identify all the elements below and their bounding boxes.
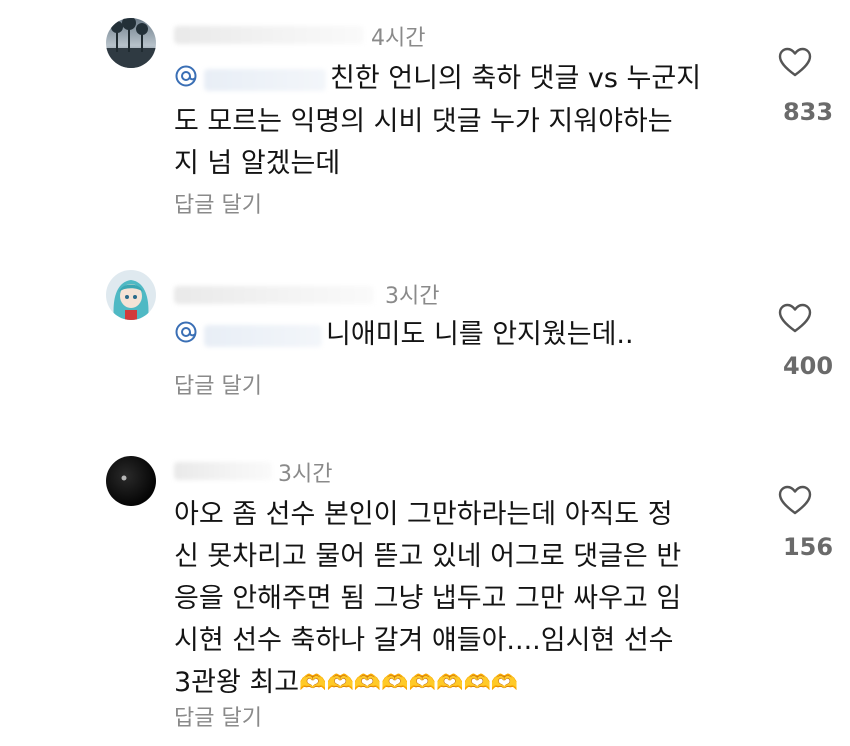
comment-time: 3시간 (385, 284, 440, 309)
like-button[interactable] (770, 46, 820, 78)
reply-button[interactable]: 답글 달기 (174, 368, 262, 400)
comment-body: 아오 좀 선수 본인이 그만하라는데 아직도 정 신 못차리고 물어 뜯고 있네… (174, 494, 681, 705)
comment-line: 니애미도 니를 안지웠는데.. (326, 319, 634, 350)
heart-outline-icon (778, 47, 812, 77)
mention-redacted[interactable] (204, 324, 322, 347)
mention-redacted[interactable] (204, 68, 326, 91)
comment-line: 친한 언니의 축하 댓글 vs 누군지 (330, 63, 702, 94)
like-count: 156 (782, 533, 834, 561)
comment-line: 아오 좀 선수 본인이 그만하라는데 아직도 정 (174, 499, 673, 530)
comment-time: 4시간 (371, 26, 426, 51)
username-redacted[interactable] (174, 26, 364, 44)
username-redacted[interactable] (174, 462, 272, 480)
heart-hands-emoji: 🫶🫶🫶🫶🫶🫶🫶🫶 (299, 670, 519, 696)
comment-line: 시현 선수 축하나 갈겨 얘들아....임시현 선수 (174, 625, 674, 656)
like-button[interactable] (770, 484, 820, 516)
comment-line: 신 못차리고 물어 뜯고 있네 어그로 댓글은 반 (174, 541, 682, 572)
comment-line: 지 넘 알겠는데 (174, 147, 341, 179)
avatar[interactable] (106, 456, 156, 506)
like-count: 400 (782, 352, 834, 380)
reply-button[interactable]: 답글 달기 (174, 187, 262, 219)
comment-time: 3시간 (278, 462, 333, 487)
like-button[interactable] (770, 302, 820, 334)
comment-line: 응을 안해주면 됨 그냥 냅두고 그만 싸우고 임 (174, 583, 682, 614)
avatar[interactable] (106, 270, 156, 320)
heart-outline-icon (778, 303, 812, 333)
like-count: 833 (782, 98, 834, 126)
avatar[interactable] (106, 18, 156, 68)
username-redacted[interactable] (174, 286, 374, 304)
at-mention-icon[interactable] (174, 59, 198, 101)
at-mention-icon[interactable] (174, 315, 198, 357)
comment-body: 니애미도 니를 안지웠는데.. (174, 314, 634, 357)
heart-outline-icon (778, 485, 812, 515)
comment-line: 도 모르는 익명의 시비 댓글 누가 지워야하는 (174, 105, 673, 137)
comment-line: 3관왕 최고 (174, 667, 300, 698)
reply-button[interactable]: 답글 달기 (174, 700, 262, 732)
comment-body: 친한 언니의 축하 댓글 vs 누군지 도 모르는 익명의 시비 댓글 누가 지… (174, 58, 701, 185)
